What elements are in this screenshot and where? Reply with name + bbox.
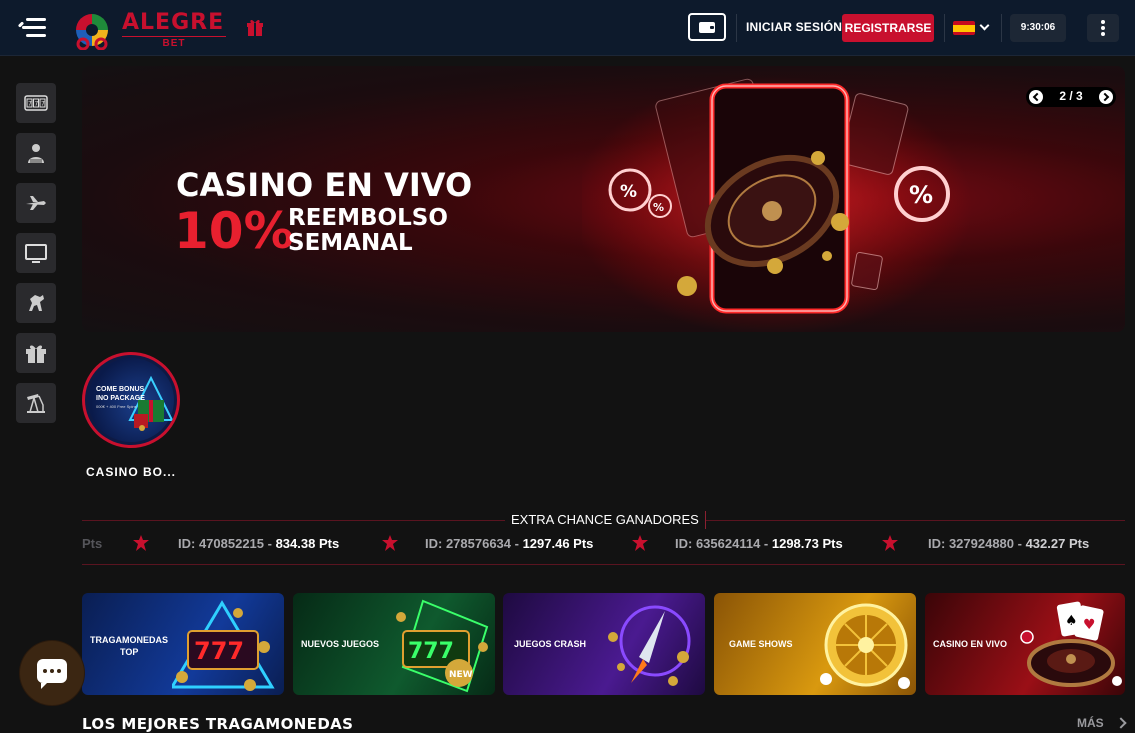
category-label: TRAGAMONEDAS TOP [90,635,168,657]
winners-ticker: Pts ID: 470852215 - 834.38 Pts ID: 27857… [82,533,1125,553]
logo-subtitle: BET [122,36,226,49]
chat-icon [37,659,67,689]
header-divider [1001,14,1002,42]
banner-subtitle: REEMBOLSO SEMANAL [288,206,448,256]
svg-text:%: % [620,182,637,202]
ticker-divider [82,564,1125,565]
wallet-button[interactable] [688,13,726,41]
story-caption: COME BONUS [96,386,145,393]
ticker-entry: ID: 278576634 - 1297.46 Pts [425,536,594,551]
more-options-button[interactable] [1087,14,1119,42]
header-divider [944,14,945,42]
category-card-game-shows[interactable]: GAME SHOWS [714,593,916,695]
svg-text:NEW: NEW [449,670,473,680]
slide-counter: 2 / 3 [1059,89,1083,103]
new-slot-artwork: 777 NEW [396,599,489,693]
promo-banner[interactable]: % % % CASINO EN VIVO 10% REEMBOLSO SEMAN… [82,66,1125,332]
banner-subtitle-line: REEMBOLSO [288,205,448,231]
login-button[interactable]: INICIAR SESIÓN [746,20,842,34]
svg-text:♠: ♠ [1065,613,1078,629]
sidebar-item-crash[interactable] [16,183,56,223]
slider-prev-icon[interactable] [1029,90,1043,104]
sidebar-item-live-casino[interactable] [16,133,56,173]
category-card-top-slots[interactable]: 777 TRAGAMONEDAS TOP [82,593,284,695]
menu-toggle-icon[interactable] [17,16,46,40]
category-label: NUEVOS JUEGOS [301,639,380,649]
category-card-live-casino[interactable]: ♠ ♥ CASINO EN VIVO [925,593,1125,695]
sidebar-item-slots[interactable]: 7 7 7 [16,83,56,123]
sidebar-item-promotions[interactable] [16,333,56,373]
roulette-artwork: ♠ ♥ [1020,601,1122,687]
chat-button[interactable] [20,641,84,705]
top-header: ALEGRE BET INICIAR SESIÓN REGISTRARSE 9:… [0,0,1135,56]
gift-icon [26,345,46,363]
category-label: GAME SHOWS [729,639,793,649]
slider-next-icon[interactable] [1099,90,1113,104]
slider-controls: 2 / 3 [1026,87,1116,107]
wallet-icon [699,22,715,33]
svg-text:7: 7 [28,101,32,108]
sidebar-item-oil[interactable] [16,383,56,423]
banner-percentage: 10% [174,202,294,260]
ticker-entry: ID: 635624114 - 1298.73 Pts [675,536,843,551]
star-icon [382,535,398,551]
tv-icon [25,244,47,263]
oil-pump-icon [27,394,45,413]
gift-icon[interactable] [246,17,264,37]
clock-display: 9:30:06 [1010,14,1066,42]
banner-title: CASINO EN VIVO [176,166,473,204]
airplane-icon [26,196,46,210]
category-label: JUEGOS CRASH [514,639,587,649]
rocket-artwork [608,605,691,686]
story-label[interactable]: CASINO BO... [86,465,176,479]
svg-text:♥: ♥ [1083,617,1096,633]
star-icon [632,535,648,551]
svg-text:%: % [653,201,664,214]
section-title: LOS MEJORES TRAGAMONEDAS [82,715,354,733]
category-label: CASINO EN VIVO [933,639,1008,649]
story-caption: 000€ + 400 Free Spins [96,404,137,409]
svg-text:7: 7 [41,101,45,108]
slot-machine-artwork: 777 [172,600,275,691]
ticker-title: EXTRA CHANCE GANADORES [505,511,706,529]
header-divider [736,14,737,42]
logo-wordmark: ALEGRE [122,10,225,35]
see-more-link[interactable]: MÁS [1077,716,1104,730]
ticker-fragment: Pts [82,536,103,551]
fortune-wheel-artwork [820,603,910,689]
sidebar-item-tv-games[interactable] [16,233,56,273]
horse-racing-icon [29,295,44,311]
roulette-promo-artwork: % % % [582,76,972,332]
banner-subtitle-line: SEMANAL [288,230,413,256]
category-card-new-games[interactable]: 777 NEW NUEVOS JUEGOS [293,593,495,695]
chevron-down-icon [979,20,990,31]
croupier-icon [28,144,44,163]
brand-logo[interactable]: ALEGRE BET [70,8,230,52]
language-selector[interactable] [953,20,993,36]
star-icon [882,535,898,551]
slot-machine-icon: 7 7 7 [24,95,48,111]
story-thumbnail: COME BONUS INO PACKAGE 000€ + 400 Free S… [88,358,174,442]
svg-text:777: 777 [194,637,244,665]
story-bubble[interactable]: COME BONUS INO PACKAGE 000€ + 400 Free S… [82,352,180,448]
svg-text:%: % [909,181,933,209]
sidebar-item-virtual-sports[interactable] [16,283,56,323]
star-icon [133,535,149,551]
register-button[interactable]: REGISTRARSE [842,14,934,42]
svg-text:7: 7 [35,101,39,108]
spain-flag-icon [953,21,975,35]
svg-text:777: 777 [408,639,454,664]
ticker-entry: ID: 470852215 - 834.38 Pts [178,536,340,551]
story-caption: INO PACKAGE [96,395,145,402]
category-card-crash-games[interactable]: JUEGOS CRASH [503,593,705,695]
roulette-wheel-logo-icon [76,14,108,50]
ticker-entry: ID: 327924880 - 432.27 Pts [928,536,1090,551]
